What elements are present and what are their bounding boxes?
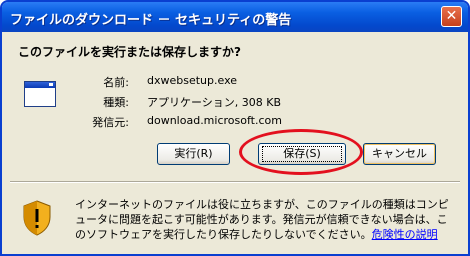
name-label: 名前: <box>103 76 129 89</box>
save-button[interactable]: 保存(S) <box>258 143 346 165</box>
source-label: 発信元: <box>92 116 129 129</box>
type-label: 種類: <box>103 96 129 109</box>
window-title: ファイルのダウンロード － セキュリティの警告 <box>10 13 292 28</box>
type-value: アプリケーション, 308 KB <box>147 96 282 109</box>
cancel-button[interactable]: キャンセル <box>363 143 436 165</box>
title-bar[interactable]: ファイルのダウンロード － セキュリティの警告 ✕ <box>2 2 468 32</box>
source-value: download.microsoft.com <box>147 114 282 127</box>
name-value: dxwebsetup.exe <box>147 74 238 87</box>
dialog-question: このファイルを実行または保存しますか? <box>18 45 241 59</box>
risk-explanation-link[interactable]: 危険性の説明 <box>372 228 438 241</box>
close-icon: ✕ <box>445 8 458 24</box>
save-button-label: 保存(S) <box>283 147 321 160</box>
close-button[interactable]: ✕ <box>441 6 462 27</box>
shield-warning-icon <box>23 200 51 236</box>
security-warning-dialog: ファイルのダウンロード － セキュリティの警告 ✕ このファイルを実行または保存… <box>0 0 470 256</box>
warning-text-block: インターネットのファイルは役に立ちますが、このファイルの種類はコンピュータに問題… <box>75 197 455 242</box>
run-button[interactable]: 実行(R) <box>157 143 230 165</box>
application-window-icon <box>24 81 56 107</box>
